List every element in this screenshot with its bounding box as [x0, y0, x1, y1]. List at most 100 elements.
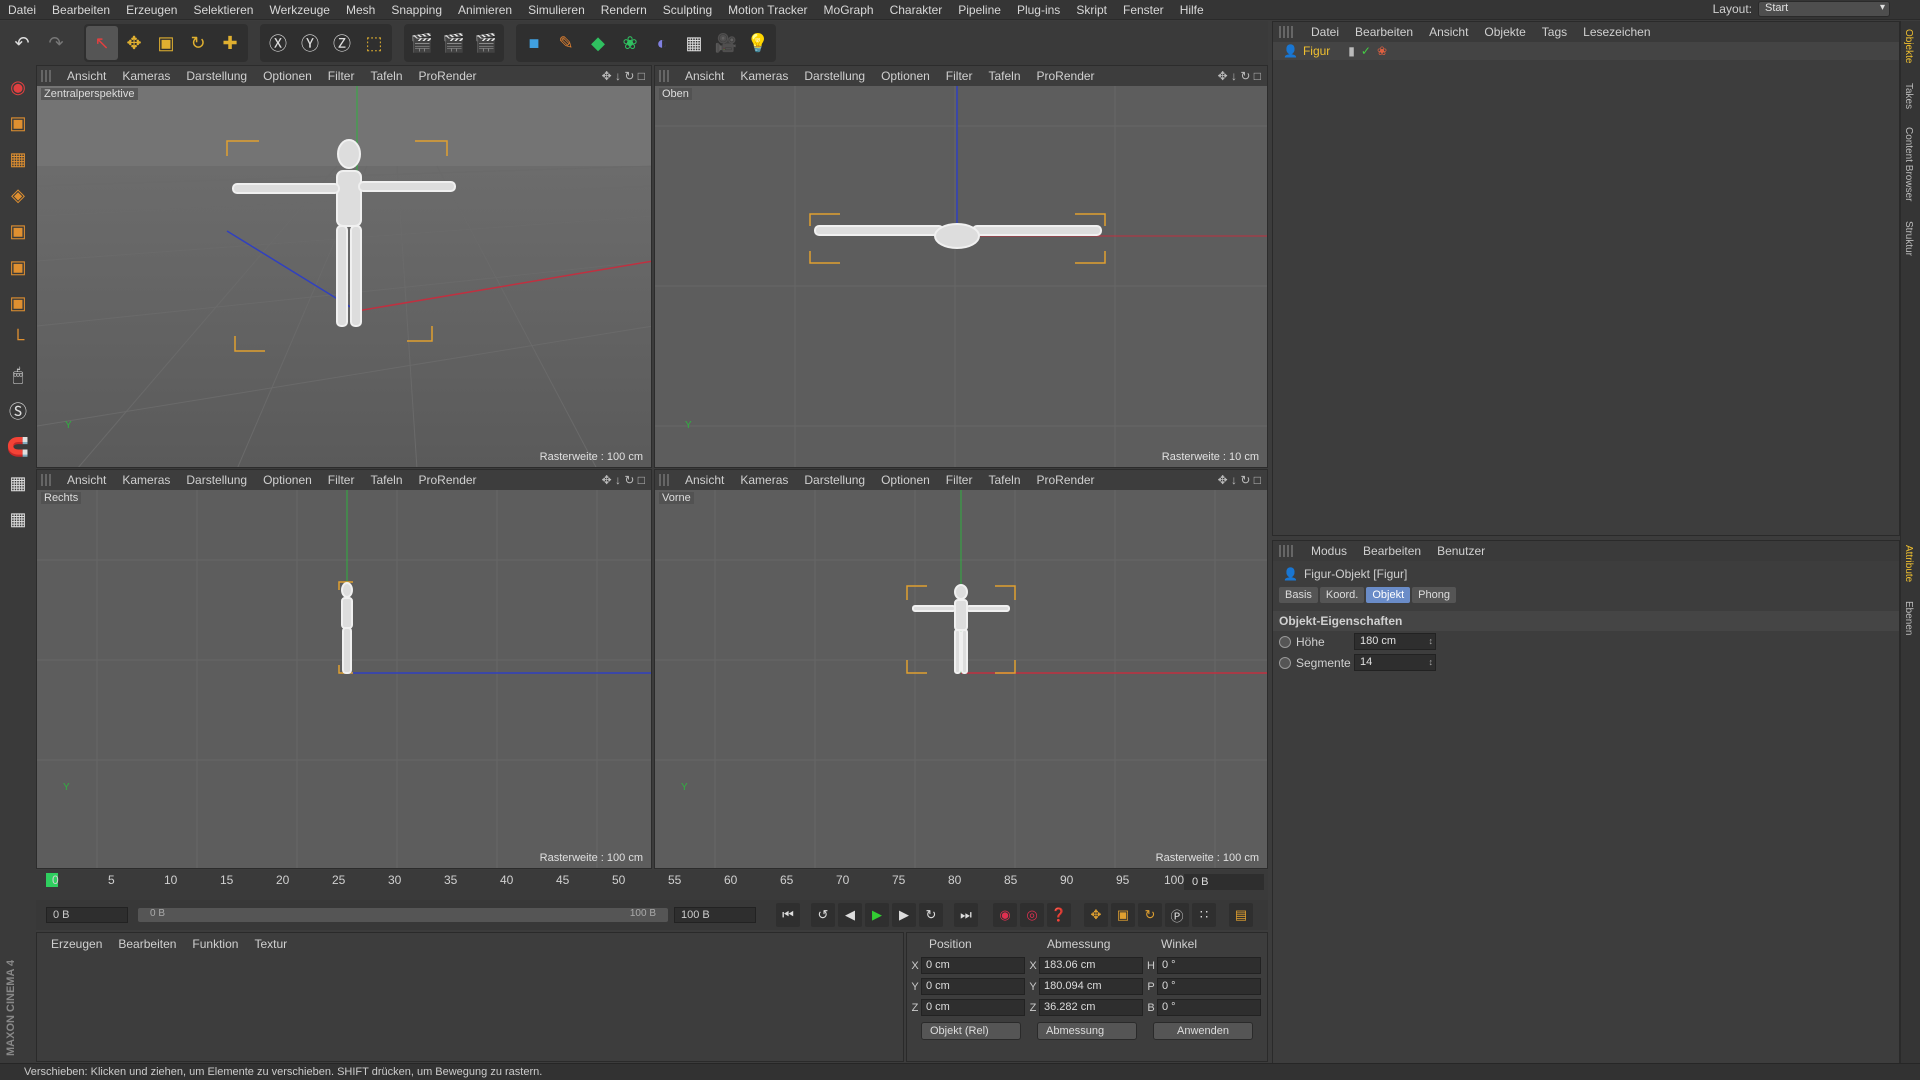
segmente-field[interactable]: 14 [1354, 654, 1436, 671]
key-parameter-icon[interactable]: Ⓟ [1165, 903, 1189, 927]
viewport-menu-ansicht[interactable]: Ansicht [677, 69, 732, 83]
key-position-icon[interactable]: ✥ [1084, 903, 1108, 927]
render-view-icon[interactable]: 🎬 [406, 26, 438, 60]
animate-dot-icon[interactable] [1279, 635, 1291, 648]
tab-basis[interactable]: Basis [1279, 587, 1318, 603]
redo-icon[interactable]: ↷ [40, 26, 72, 60]
next-frame-icon[interactable]: ▶ [892, 903, 916, 927]
matmgr-menu-funktion[interactable]: Funktion [184, 937, 246, 951]
floor-icon[interactable]: ▦ [678, 26, 710, 60]
key-rotation-icon[interactable]: ↻ [1138, 903, 1162, 927]
render-picture-viewer-icon[interactable]: 🎬 [438, 26, 470, 60]
workplane-icon[interactable]: ◈ [3, 179, 33, 211]
size-z-field[interactable]: 36.282 cm [1039, 999, 1143, 1016]
snap-icon[interactable]: 🧲 [3, 431, 33, 463]
edges-mode-icon[interactable]: ▣ [3, 251, 33, 283]
menu-datei[interactable]: Datei [0, 3, 44, 17]
move-tool-icon[interactable]: ✥ [118, 26, 150, 60]
rotation-b-field[interactable]: 0 ° [1157, 999, 1261, 1016]
timeline-window-icon[interactable]: ▤ [1229, 903, 1253, 927]
layout-dropdown[interactable]: Start [1758, 1, 1890, 17]
tab-objekt[interactable]: Objekt [1366, 587, 1411, 603]
viewport-front[interactable]: Ansicht Kameras Darstellung Optionen Fil… [654, 469, 1268, 869]
enabled-check-icon[interactable]: ✓ [1361, 44, 1371, 58]
current-frame-field[interactable]: 0 B [1184, 874, 1264, 890]
previous-key-icon[interactable]: ↺ [811, 903, 835, 927]
attr-menu-benutzer[interactable]: Benutzer [1429, 544, 1493, 558]
menu-sculpting[interactable]: Sculpting [655, 3, 720, 17]
model-mode-icon[interactable]: ▣ [3, 107, 33, 139]
end-frame-field[interactable]: 100 B [674, 907, 756, 923]
viewport-menu-kameras[interactable]: Kameras [114, 473, 178, 487]
viewport-menu-kameras[interactable]: Kameras [732, 69, 796, 83]
coordinate-mode-dropdown[interactable]: Objekt (Rel) [921, 1022, 1021, 1040]
grid-snap-icon[interactable]: ▦ [3, 503, 33, 535]
matmgr-menu-textur[interactable]: Textur [246, 937, 295, 951]
x-axis-lock-icon[interactable]: Ⓧ [262, 26, 294, 60]
viewport-nav-icons[interactable]: ✥ ↓ ↻ □ [602, 69, 645, 83]
hoehe-field[interactable]: 180 cm [1354, 633, 1436, 650]
workplane-lock-icon[interactable]: ▦ [3, 467, 33, 499]
menu-hilfe[interactable]: Hilfe [1172, 3, 1212, 17]
viewport-menu-kameras[interactable]: Kameras [114, 69, 178, 83]
matmgr-menu-erzeugen[interactable]: Erzeugen [43, 937, 110, 951]
range-slider[interactable]: 0 B 100 B [138, 908, 668, 922]
select-tool-icon[interactable]: ↖ [86, 26, 118, 60]
spline-pen-icon[interactable]: ✎ [550, 26, 582, 60]
menu-werkzeuge[interactable]: Werkzeuge [261, 3, 337, 17]
tab-takes[interactable]: Takes [1903, 83, 1914, 109]
objmgr-menu-ansicht[interactable]: Ansicht [1421, 25, 1476, 39]
menu-mograph[interactable]: MoGraph [816, 3, 882, 17]
position-z-field[interactable]: 0 cm [921, 999, 1025, 1016]
viewport-menu-tafeln[interactable]: Tafeln [980, 473, 1028, 487]
subdivision-surface-icon[interactable]: ◆ [582, 26, 614, 60]
objmgr-menu-bearbeiten[interactable]: Bearbeiten [1347, 25, 1421, 39]
auto-key-icon[interactable]: ◎ [1020, 903, 1044, 927]
menu-plugins[interactable]: Plug-ins [1009, 3, 1068, 17]
cloner-icon[interactable]: ❀ [614, 26, 646, 60]
z-axis-lock-icon[interactable]: Ⓩ [326, 26, 358, 60]
position-y-field[interactable]: 0 cm [921, 978, 1025, 995]
axis-mode-icon[interactable]: └ [3, 323, 33, 355]
viewport-right[interactable]: Ansicht Kameras Darstellung Optionen Fil… [36, 469, 652, 869]
rotate-tool-icon[interactable]: ↻ [182, 26, 214, 60]
visibility-toggle-icon[interactable]: ▮ [1348, 44, 1355, 58]
viewport-menu-optionen[interactable]: Optionen [873, 473, 938, 487]
viewport-menu-filter[interactable]: Filter [938, 69, 981, 83]
menu-bearbeiten[interactable]: Bearbeiten [44, 3, 118, 17]
viewport-menu-ansicht[interactable]: Ansicht [59, 473, 114, 487]
cube-object-icon[interactable]: ■ [518, 26, 550, 60]
viewport-menu-optionen[interactable]: Optionen [873, 69, 938, 83]
viewport-menu-ansicht[interactable]: Ansicht [59, 69, 114, 83]
viewport-menu-darstellung[interactable]: Darstellung [796, 69, 873, 83]
menu-selektieren[interactable]: Selektieren [185, 3, 261, 17]
viewport-menu-prorender[interactable]: ProRender [1029, 69, 1103, 83]
make-editable-icon[interactable]: ◉ [3, 71, 33, 103]
viewport-nav-icons[interactable]: ✥ ↓ ↻ □ [1218, 473, 1261, 487]
polygons-mode-icon[interactable]: ▣ [3, 287, 33, 319]
tweak-mode-icon[interactable]: 🖱 [3, 359, 33, 391]
viewport-menu-darstellung[interactable]: Darstellung [796, 473, 873, 487]
timeline[interactable]: 0 5 10 15 20 25 30 35 40 45 50 55 60 65 … [36, 870, 1268, 900]
tab-phong[interactable]: Phong [1412, 587, 1456, 603]
rotation-h-field[interactable]: 0 ° [1157, 957, 1261, 974]
solo-mode-icon[interactable]: Ⓢ [3, 395, 33, 427]
deformer-icon[interactable]: ◐ [646, 26, 678, 60]
animate-dot-icon[interactable] [1279, 656, 1291, 669]
undo-icon[interactable]: ↶ [6, 26, 38, 60]
y-axis-lock-icon[interactable]: Ⓨ [294, 26, 326, 60]
menu-simulieren[interactable]: Simulieren [520, 3, 593, 17]
matmgr-menu-bearbeiten[interactable]: Bearbeiten [110, 937, 184, 951]
texture-mode-icon[interactable]: ▦ [3, 143, 33, 175]
rotation-p-field[interactable]: 0 ° [1157, 978, 1261, 995]
viewport-nav-icons[interactable]: ✥ ↓ ↻ □ [602, 473, 645, 487]
menu-erzeugen[interactable]: Erzeugen [118, 3, 185, 17]
objmgr-menu-objekte[interactable]: Objekte [1476, 25, 1533, 39]
light-icon[interactable]: 💡 [742, 26, 774, 60]
play-icon[interactable]: ▶ [865, 903, 889, 927]
viewport-menu-kameras[interactable]: Kameras [732, 473, 796, 487]
scale-tool-icon[interactable]: ▣ [150, 26, 182, 60]
size-y-field[interactable]: 180.094 cm [1039, 978, 1143, 995]
tab-attribute[interactable]: Attribute [1903, 545, 1914, 582]
objmgr-menu-lesezeichen[interactable]: Lesezeichen [1575, 25, 1658, 39]
